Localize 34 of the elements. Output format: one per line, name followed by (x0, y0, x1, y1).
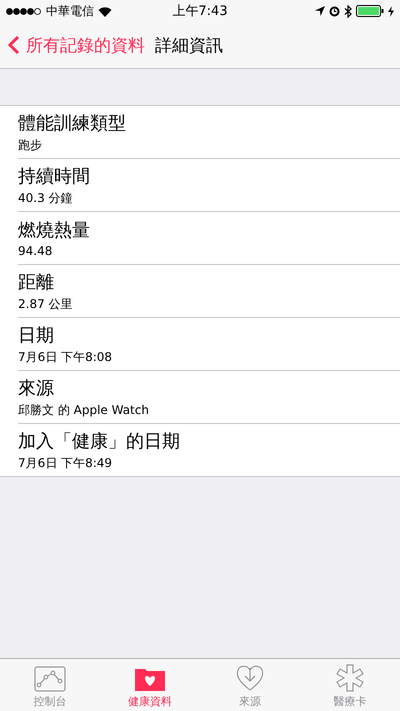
tab-item[interactable]: 來源 (200, 659, 300, 711)
chevron-left-icon (8, 35, 20, 55)
row-label: 距離 (18, 270, 55, 294)
row-value: 40.3 分鐘 (18, 190, 74, 206)
carrier-name: 中華電信 (46, 2, 94, 20)
row-value: 2.87 公里 (18, 296, 74, 312)
folder-heart-icon (134, 666, 166, 692)
row-value: 7月6日 下午8:49 (18, 454, 114, 472)
row-value: 94.48 (18, 244, 54, 258)
back-button[interactable]: 所有記錄的資料 (8, 34, 145, 56)
signal-icon (6, 8, 42, 14)
heart-arrow-icon (235, 664, 265, 692)
nav-title: 詳細資訊 (155, 34, 223, 56)
row-label: 體能訓練類型 (18, 112, 127, 134)
tab-item[interactable]: 健康資料 (100, 659, 200, 711)
asterisk-icon (336, 664, 364, 692)
battery-icon (356, 5, 384, 17)
row-value: 7月6日 下午8:08 (18, 348, 114, 366)
bluetooth-icon (344, 4, 352, 18)
row-label: 來源 (18, 376, 55, 400)
tab-item[interactable]: 控制台 (0, 659, 100, 711)
tab-item[interactable]: 醫療卡 (300, 659, 400, 711)
chart-icon (34, 666, 66, 692)
row-label: 持續時間 (18, 164, 91, 188)
charging-icon (388, 6, 394, 16)
row-label: 加入「健康」的日期 (18, 430, 181, 452)
wifi-icon (98, 6, 112, 16)
location-icon (315, 6, 325, 16)
row-label: 日期 (18, 324, 55, 346)
status-time: 上午7:43 (172, 3, 228, 20)
row-label: 燃燒熱量 (18, 219, 91, 242)
row-value: 邱勝文 的 Apple Watch (18, 402, 150, 418)
alarm-icon (329, 6, 340, 16)
row-value: 跑步 (18, 136, 43, 154)
